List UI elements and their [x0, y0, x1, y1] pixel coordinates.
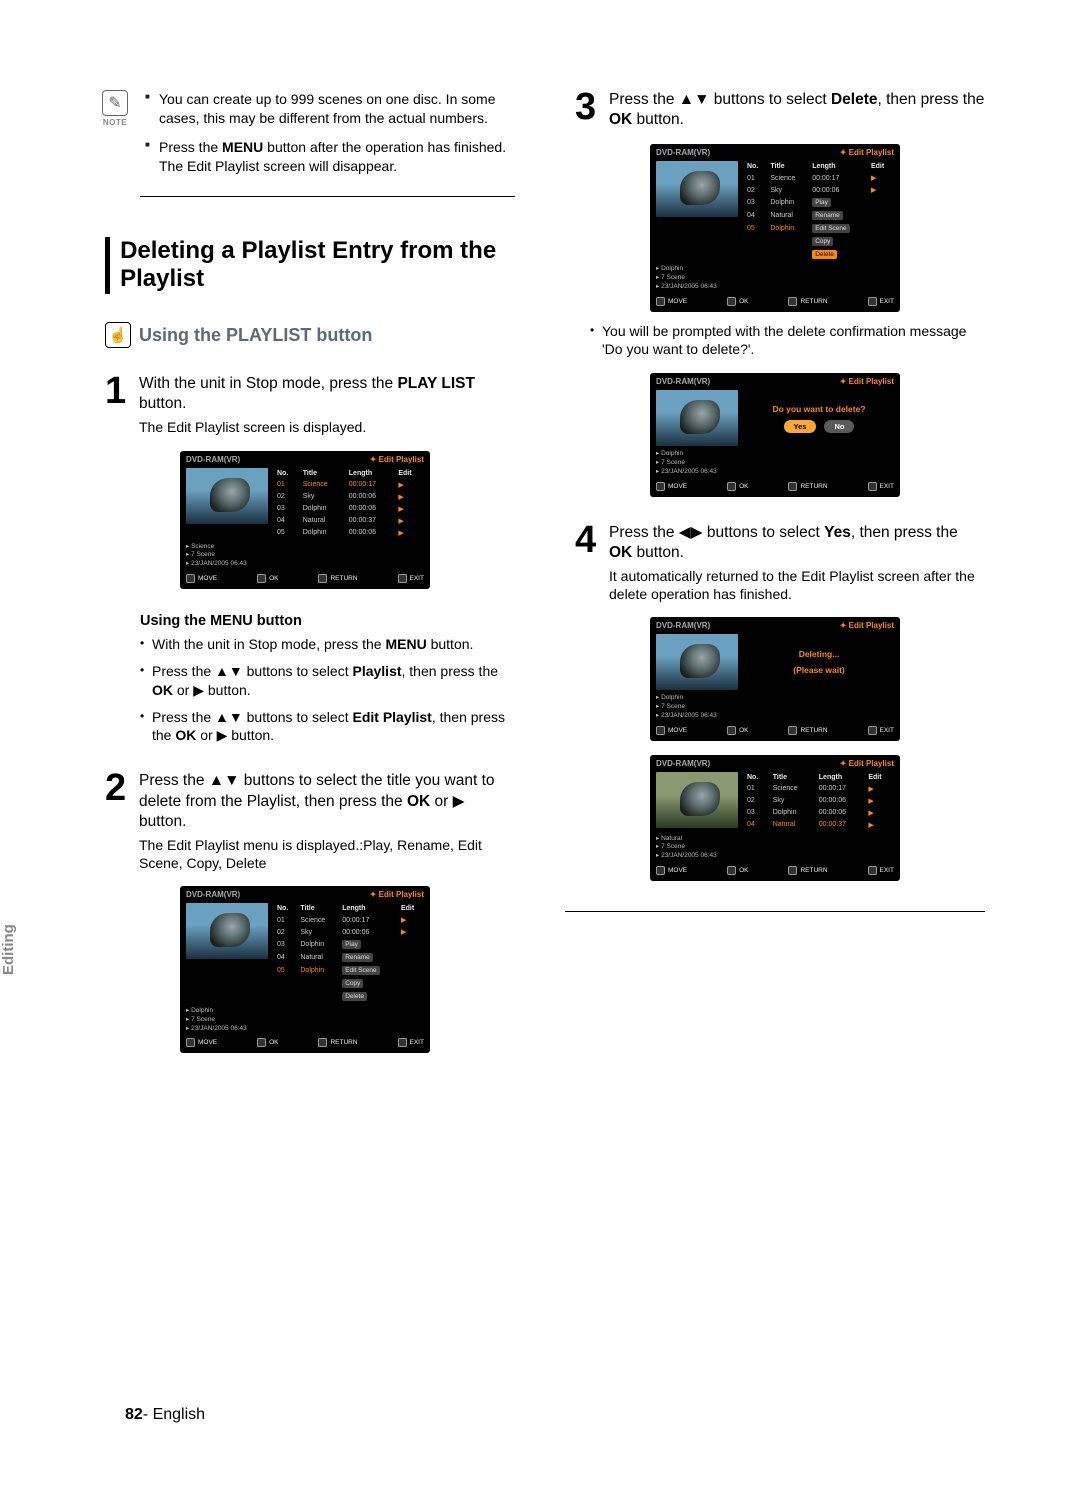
- osd-thumbnail: [656, 390, 738, 446]
- section-bar: [105, 237, 110, 295]
- footer-sep: -: [143, 1406, 148, 1423]
- step-4: 4 Press the ◀▶ buttons to select Yes, th…: [575, 523, 985, 563]
- menu-bullet: Press the ▲▼ buttons to select Edit Play…: [140, 708, 515, 746]
- osd-screenshot-5: DVD-RAM(VR)✦ Edit Playlist Deleting... (…: [650, 617, 900, 740]
- step-1: 1 With the unit in Stop mode, press the …: [105, 374, 515, 414]
- step-desc: The Edit Playlist menu is displayed.:Pla…: [139, 836, 515, 872]
- step-number: 1: [105, 374, 131, 414]
- step-desc: The Edit Playlist screen is displayed.: [139, 418, 515, 436]
- osd-thumbnail: [186, 903, 268, 959]
- note-label: NOTE: [95, 118, 135, 127]
- step-body: With the unit in Stop mode, press the PL…: [139, 374, 515, 414]
- confirm-bullet: You will be prompted with the delete con…: [590, 322, 985, 360]
- step-number: 2: [105, 771, 131, 831]
- osd-dialog: Do you want to delete? Yes No: [744, 390, 894, 446]
- osd-screenshot-4: DVD-RAM(VR)✦ Edit Playlist Do you want t…: [650, 373, 900, 496]
- menu-bullet-list: With the unit in Stop mode, press the ME…: [140, 635, 515, 745]
- step-text: With the unit in Stop mode, press the: [139, 375, 397, 392]
- step-body: Press the ▲▼ buttons to select Delete, t…: [609, 90, 985, 130]
- osd-thumbnail: [656, 772, 738, 828]
- deleting-text: Deleting...: [799, 649, 840, 659]
- osd-screenshot-2: DVD-RAM(VR)✦ Edit Playlist No.TitleLengt…: [180, 886, 430, 1053]
- menu-bullet: With the unit in Stop mode, press the ME…: [140, 635, 515, 654]
- divider: [140, 196, 515, 197]
- step-text: button.: [139, 395, 186, 412]
- osd-title-list: No.TitleLengthEdit 01Science00:00:17▶ 02…: [274, 468, 424, 539]
- note-item: You can create up to 999 scenes on one d…: [145, 90, 515, 128]
- osd-meta: ▸ Science ▸ 7 Scene ▸ 23/JAN/2005 06:43: [180, 539, 430, 569]
- osd-thumbnail: [186, 468, 268, 524]
- osd-thumbnail: [656, 161, 738, 217]
- step-number: 4: [575, 523, 601, 563]
- osd-dvd-label: DVD-RAM(VR): [186, 455, 240, 464]
- step-3: 3 Press the ▲▼ buttons to select Delete,…: [575, 90, 985, 130]
- menu-bullet: Press the ▲▼ buttons to select Playlist,…: [140, 662, 515, 700]
- subsection-title: Using the PLAYLIST button: [139, 325, 372, 346]
- confirm-bullet-list: You will be prompted with the delete con…: [590, 322, 985, 360]
- note-item: Press the MENU button after the operatio…: [145, 138, 515, 176]
- osd-screenshot-6: DVD-RAM(VR)✦ Edit Playlist No.TitleLengt…: [650, 755, 900, 881]
- osd-bottom-bar: MOVE OK RETURN EXIT: [180, 569, 430, 585]
- step-2: 2 Press the ▲▼ buttons to select the tit…: [105, 771, 515, 831]
- please-wait-text: (Please wait): [793, 665, 845, 675]
- note-list: You can create up to 999 scenes on one d…: [145, 90, 515, 186]
- step-bold: PLAY LIST: [397, 375, 475, 392]
- osd-screenshot-1: DVD-RAM(VR)✦ Edit Playlist No.TitleLengt…: [180, 451, 430, 589]
- page-footer: 82- English: [125, 1406, 205, 1424]
- step-number: 3: [575, 90, 601, 130]
- osd-thumbnail: [656, 634, 738, 690]
- page-number: 82: [125, 1406, 143, 1423]
- osd-deleting: Deleting... (Please wait): [744, 634, 894, 690]
- side-tab-editing: Editing: [0, 924, 17, 975]
- note-icon: ✎: [102, 90, 128, 116]
- step-body: Press the ◀▶ buttons to select Yes, then…: [609, 523, 985, 563]
- menu-heading: Using the MENU button: [140, 613, 515, 629]
- hand-icon: ☝: [105, 322, 131, 348]
- dialog-yes: Yes: [784, 420, 817, 433]
- dialog-question: Do you want to delete?: [772, 404, 865, 414]
- dialog-no: No: [824, 420, 854, 433]
- osd-screenshot-3: DVD-RAM(VR)✦ Edit Playlist No.TitleLengt…: [650, 144, 900, 311]
- section-title: Deleting a Playlist Entry from the Playl…: [120, 237, 515, 295]
- footer-lang: English: [153, 1406, 205, 1423]
- step-desc: It automatically returned to the Edit Pl…: [609, 567, 985, 603]
- step-body: Press the ▲▼ buttons to select the title…: [139, 771, 515, 831]
- note-block: ✎ NOTE You can create up to 999 scenes o…: [95, 90, 515, 186]
- divider: [565, 911, 985, 912]
- osd-edit-label: Edit Playlist: [379, 455, 424, 464]
